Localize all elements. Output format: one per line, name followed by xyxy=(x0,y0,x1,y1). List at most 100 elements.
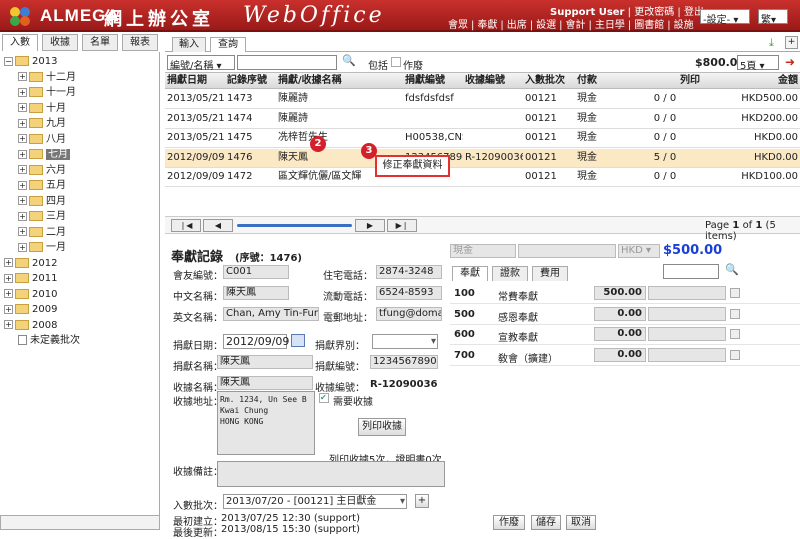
tree-node[interactable]: + 五月 xyxy=(18,179,66,193)
page-slider[interactable] xyxy=(237,224,352,227)
fund-amount-input[interactable]: 0.00 xyxy=(594,347,646,362)
home-tel-field[interactable]: 2874-3248 xyxy=(376,265,442,279)
donor-field[interactable]: 陳天鳳 xyxy=(217,355,313,369)
tree-node[interactable]: + 十二月 xyxy=(18,71,76,85)
batch-select[interactable]: 2013/07/20 - [00121] 主日獻金 ▾ xyxy=(223,494,407,509)
tree-node[interactable]: +2011 xyxy=(4,272,57,286)
tree-node[interactable]: 未定義批次 xyxy=(18,334,80,348)
tree-node[interactable]: + 四月 xyxy=(18,195,66,209)
en-name-field[interactable]: Chan, Amy Tin-Fung xyxy=(223,307,319,321)
tree-node[interactable]: +2008 xyxy=(4,319,57,333)
table-row[interactable]: 2012/09/09 1472 區文輝伉儷/區文輝 00121 現金 0 / 0 HKD10… xyxy=(165,168,800,188)
menu-item[interactable]: 設選 xyxy=(536,20,556,31)
tree-node[interactable]: + 八月 xyxy=(18,133,66,147)
table-row[interactable]: 2012/09/091476陳天鳳1234567890R-12090036001… xyxy=(165,148,800,168)
fund-amount-input[interactable]: 500.00 xyxy=(594,286,646,300)
remark-textarea[interactable] xyxy=(217,461,445,487)
email-field[interactable]: tfung@domain. xyxy=(376,307,442,321)
column-header[interactable]: 捐獻日期 xyxy=(167,73,225,90)
tab-query[interactable]: 查詢 xyxy=(210,37,246,52)
column-header[interactable]: 列印 xyxy=(630,73,700,90)
settings-dropdown[interactable]: -設定- ▾ xyxy=(700,9,750,26)
void-checkbox[interactable] xyxy=(391,57,401,67)
tree-node[interactable]: + 二月 xyxy=(18,226,66,240)
tab-pledge[interactable]: 證款 xyxy=(492,266,528,281)
expand-icon[interactable]: + xyxy=(18,242,27,252)
expand-icon[interactable]: − xyxy=(4,56,13,66)
payment-method-select[interactable]: 現金 xyxy=(450,244,516,258)
fund-checkbox[interactable] xyxy=(730,308,740,319)
expand-icon[interactable]: + xyxy=(4,320,13,329)
last-page-button[interactable]: ▶❘ xyxy=(387,219,417,232)
expand-icon[interactable]: + xyxy=(4,273,13,283)
column-header[interactable]: 收據編號 xyxy=(465,73,523,90)
expand-icon[interactable]: + xyxy=(18,87,27,97)
fund-note-input[interactable] xyxy=(648,286,726,300)
need-receipt-checkbox[interactable]: ✔ xyxy=(319,393,329,403)
void-button[interactable]: 作廢 xyxy=(493,515,525,530)
next-arrow-icon[interactable]: ➜ xyxy=(785,55,795,69)
tree-node[interactable]: +2012 xyxy=(4,257,57,271)
tree-node[interactable]: +2009 xyxy=(4,303,57,317)
tab-deposit[interactable]: 入數 xyxy=(2,34,38,51)
tree-node[interactable]: + 一月 xyxy=(18,241,66,255)
expand-icon[interactable]: + xyxy=(4,258,13,267)
address-textarea[interactable]: Rm. 1234, Un See B Kwai Chung HONG KONG xyxy=(217,391,315,455)
menu-item[interactable]: 會計 xyxy=(566,20,586,31)
column-header[interactable]: 金額 xyxy=(705,73,798,90)
column-header[interactable]: 入數批次 xyxy=(525,73,575,90)
search-icon[interactable]: 🔍 xyxy=(342,54,356,67)
expand-icon[interactable]: + xyxy=(18,103,27,112)
fund-amount-input[interactable]: 0.00 xyxy=(594,327,646,341)
export-icon[interactable]: ⤓ xyxy=(769,36,781,49)
tree-scrollbar[interactable] xyxy=(0,515,160,530)
fund-note-input[interactable] xyxy=(648,327,726,341)
expand-icon[interactable]: + xyxy=(4,304,13,314)
menu-item[interactable]: 設施 xyxy=(674,20,694,31)
payment-ref-field[interactable] xyxy=(518,244,616,258)
tree-node[interactable]: + 十月 xyxy=(18,102,66,116)
print-receipt-button[interactable]: 列印收據 xyxy=(358,418,406,436)
search-input[interactable] xyxy=(237,55,337,70)
page-size-select[interactable]: 5頁 ▾ xyxy=(737,55,779,72)
donor-no-field[interactable]: 1234567890 xyxy=(370,355,438,369)
next-page-button[interactable]: ▶ xyxy=(355,219,385,232)
menu-item[interactable]: 出席 xyxy=(507,20,527,31)
fund-note-input[interactable] xyxy=(648,347,726,362)
amount-search-input[interactable] xyxy=(663,264,719,279)
tree-node[interactable]: + 六月 xyxy=(18,164,66,178)
language-dropdown[interactable]: 繁▾ xyxy=(758,9,788,26)
tab-offering[interactable]: 奉獻 xyxy=(452,266,488,281)
menu-item[interactable]: 奉獻 xyxy=(477,20,497,31)
expand-icon[interactable]: + xyxy=(18,180,27,190)
edit-donation-menu-item[interactable]: 修正奉獻資料 xyxy=(375,155,450,177)
expand-icon[interactable]: + xyxy=(18,134,27,143)
add-batch-button[interactable]: + xyxy=(415,494,429,508)
scope-select[interactable]: ▾ xyxy=(372,334,438,349)
table-row[interactable]: 2013/05/21 1474 陳麗詩 00121 現金 0 / 0 HKD200.00 xyxy=(165,110,800,129)
fund-checkbox[interactable] xyxy=(730,349,740,360)
cn-name-field[interactable]: 陳天鳳 xyxy=(223,286,289,300)
calendar-icon[interactable] xyxy=(291,334,305,347)
tab-fees[interactable]: 費用 xyxy=(532,266,568,281)
column-header[interactable]: 捐獻編號 xyxy=(405,73,463,90)
cancel-button[interactable]: 取消 xyxy=(566,515,596,530)
tree-node[interactable]: + 九月 xyxy=(18,117,66,131)
expand-icon[interactable]: + xyxy=(18,165,27,174)
expand-icon[interactable]: + xyxy=(18,72,27,81)
search-field-select[interactable]: 編號/名稱 ▾ xyxy=(167,55,235,72)
menu-item[interactable]: 圖書館 xyxy=(634,20,664,31)
fund-note-input[interactable] xyxy=(648,306,726,321)
date-input[interactable]: 2012/09/09 xyxy=(223,334,289,349)
save-button[interactable]: 儲存 xyxy=(531,515,561,530)
tab-list[interactable]: 名單 xyxy=(82,34,118,51)
tree-node[interactable]: − 2013 xyxy=(4,55,57,69)
table-row[interactable]: 2013/05/21 1473 陳麗詩 fdsfdsfdsf 00121 現金 0 / 0 H… xyxy=(165,90,800,109)
mobile-field[interactable]: 6524-8593 xyxy=(376,286,442,300)
fund-amount-input[interactable]: 0.00 xyxy=(594,306,646,321)
tab-receipt[interactable]: 收據 xyxy=(42,34,78,51)
menu-item[interactable]: 主日學 xyxy=(595,20,625,31)
member-no-field[interactable]: C001 xyxy=(223,265,289,279)
tree-node[interactable]: +2010 xyxy=(4,288,57,302)
expand-icon[interactable]: + xyxy=(18,227,27,236)
